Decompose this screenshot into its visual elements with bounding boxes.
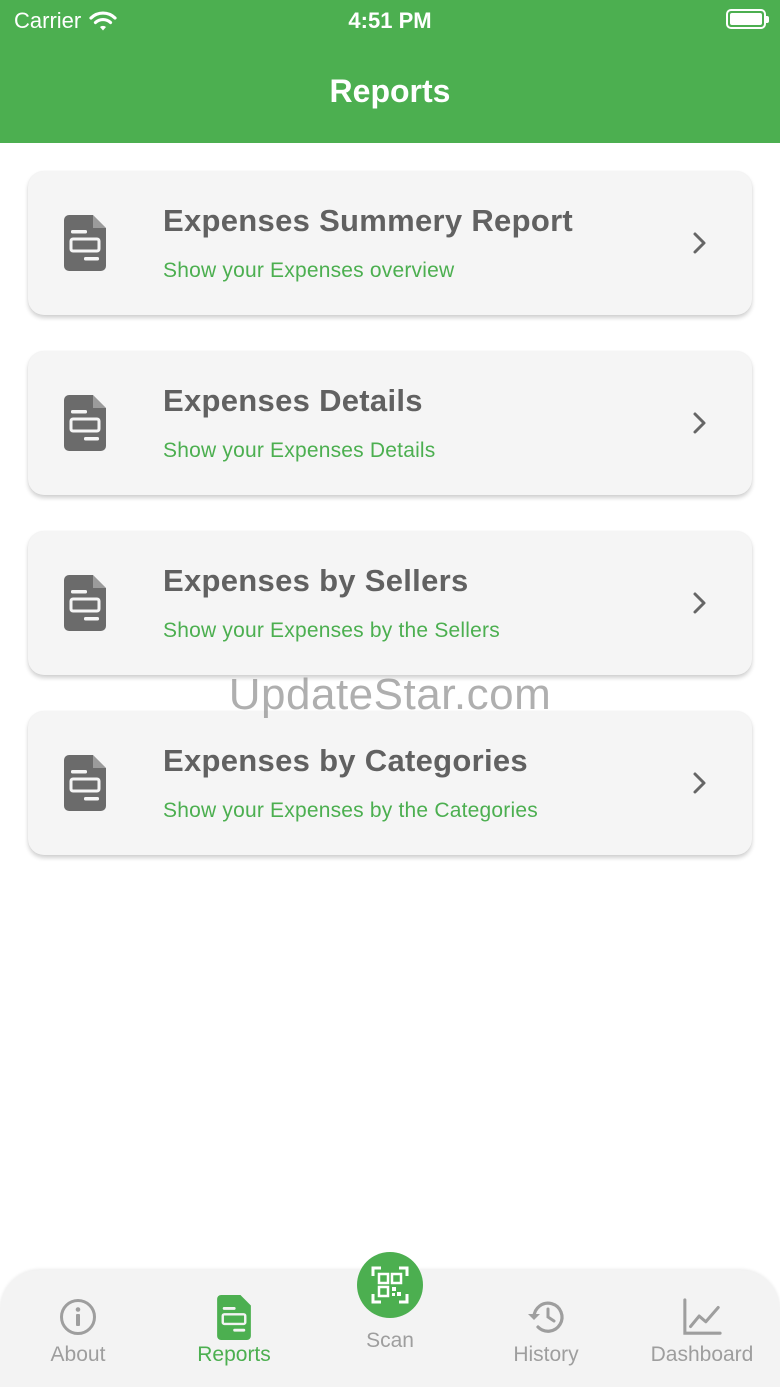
line-chart-icon [683,1298,722,1335]
report-card-summary[interactable]: Expenses Summery Report Show your Expens… [28,171,752,315]
chevron-right-icon [693,772,706,794]
document-icon [64,395,106,451]
document-icon [64,755,106,811]
report-title: Expenses Summery Report [163,203,574,238]
battery-icon [726,9,769,29]
report-subtitle: Show your Expenses Details [163,439,436,462]
nav-dashboard-label: Dashboard [650,1343,754,1366]
nav-about-label: About [50,1343,106,1366]
nav-reports[interactable]: Reports [156,1270,312,1387]
nav-history[interactable]: History [468,1270,624,1387]
report-subtitle: Show your Expenses by the Categories [163,799,538,822]
page-title: Reports [329,73,451,109]
report-title: Expenses by Sellers [163,563,469,598]
report-subtitle: Show your Expenses by the Sellers [163,619,500,642]
nav-scan[interactable]: Scan [312,1252,468,1387]
chevron-right-icon [693,232,706,254]
history-icon [528,1301,564,1333]
document-icon [217,1294,251,1340]
report-list: Expenses Summery Report Show your Expens… [28,171,752,891]
document-icon [64,215,106,271]
scan-button[interactable] [357,1252,423,1318]
report-subtitle: Show your Expenses overview [163,259,455,282]
watermark: UpdateStar.com [228,670,552,719]
bottom-nav: About Reports Scan History Dashboard [0,1252,780,1387]
report-title: Expenses by Categories [163,743,528,778]
nav-reports-label: Reports [197,1343,271,1366]
status-bar: Carrier 4:51 PM [0,0,780,40]
clock: 4:51 PM [348,8,432,33]
app-header: Carrier 4:51 PM Reports [0,0,780,143]
report-card-sellers[interactable]: Expenses by Sellers Show your Expenses b… [28,531,752,675]
nav-scan-label: Scan [366,1329,414,1352]
nav-about[interactable]: About [0,1270,156,1387]
chevron-right-icon [693,592,706,614]
nav-history-label: History [513,1343,579,1366]
qr-code-icon [371,1266,409,1304]
document-icon [64,575,106,631]
report-card-categories[interactable]: Expenses by Categories Show your Expense… [28,711,752,855]
report-title: Expenses Details [163,383,423,418]
info-icon [60,1299,96,1335]
nav-dashboard[interactable]: Dashboard [624,1270,780,1387]
report-card-details[interactable]: Expenses Details Show your Expenses Deta… [28,351,752,495]
chevron-right-icon [693,412,706,434]
